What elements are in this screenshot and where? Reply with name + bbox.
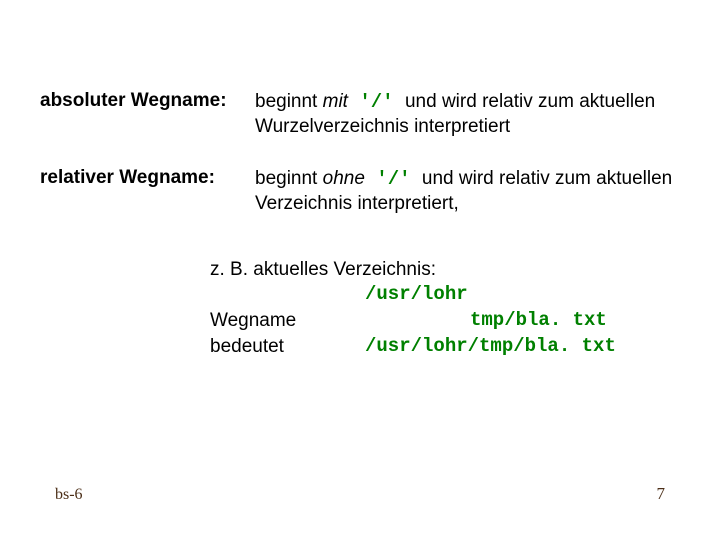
desc-pre: beginnt xyxy=(255,168,323,189)
separator-slash: '/' xyxy=(365,168,422,190)
label-wegname: Wegname xyxy=(210,308,365,334)
label-bedeutet: bedeutet xyxy=(210,334,365,360)
desc-absolute: beginnt mit '/' und wird relativ zum akt… xyxy=(255,90,700,139)
term-relative: relativer Wegname: xyxy=(40,167,255,189)
desc-mode: ohne xyxy=(323,168,365,189)
desc-relative: beginnt ohne '/' und wird relativ zum ak… xyxy=(255,167,700,216)
definition-absolute: absoluter Wegname: beginnt mit '/' und w… xyxy=(40,90,700,139)
example-block: z. B. aktuelles Verzeichnis: /usr/lohr W… xyxy=(210,257,700,360)
separator-slash: '/' xyxy=(348,91,405,113)
example-lead: z. B. aktuelles Verzeichnis: xyxy=(210,257,700,283)
page-number: 7 xyxy=(657,484,666,504)
definitions-block: absoluter Wegname: beginnt mit '/' und w… xyxy=(40,90,700,217)
path-bedeutet: /usr/lohr/tmp/bla. txt xyxy=(365,334,616,360)
example-spacer xyxy=(210,282,365,308)
example-bedeutet-row: bedeutet /usr/lohr/tmp/bla. txt xyxy=(210,334,700,360)
definition-relative: relativer Wegname: beginnt ohne '/' und … xyxy=(40,167,700,216)
footer-left-label: bs-6 xyxy=(55,486,83,504)
current-dir-path: /usr/lohr xyxy=(365,282,468,308)
term-absolute: absoluter Wegname: xyxy=(40,90,255,112)
example-wegname-row: Wegname tmp/bla. txt xyxy=(210,308,700,334)
desc-pre: beginnt xyxy=(255,91,323,112)
desc-mode: mit xyxy=(323,91,348,112)
example-currentdir: /usr/lohr xyxy=(210,282,700,308)
path-wegname: tmp/bla. txt xyxy=(365,308,607,334)
